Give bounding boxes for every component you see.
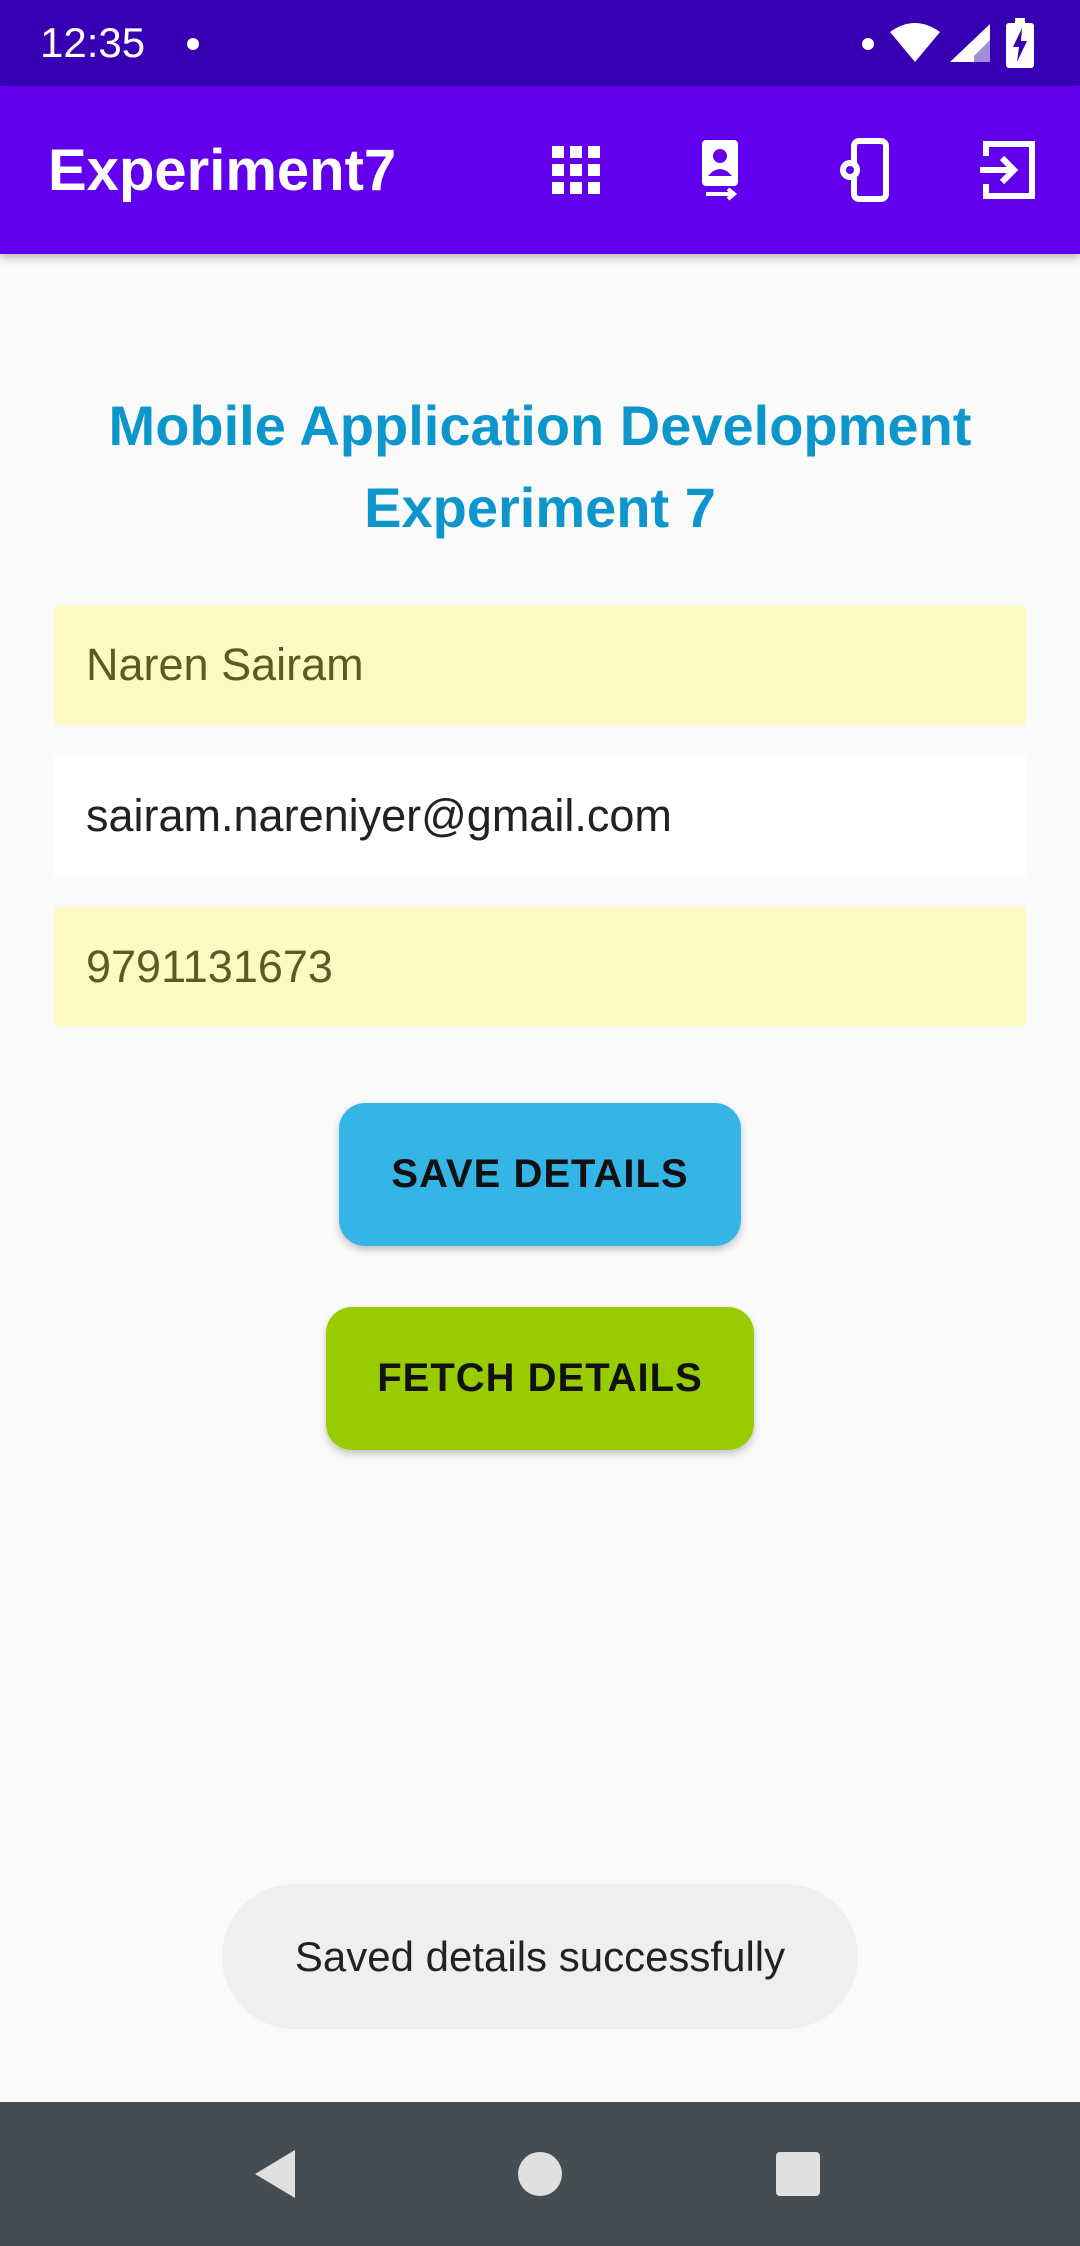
save-details-button[interactable]: SAVE DETAILS [339, 1103, 741, 1246]
page-heading: Mobile Application Development Experimen… [108, 394, 972, 539]
toast-text: Saved details successfully [294, 1932, 786, 1980]
name-field[interactable] [54, 605, 1026, 725]
phone-field[interactable] [54, 907, 1026, 1027]
fetch-details-button[interactable]: FETCH DETAILS [326, 1307, 754, 1450]
apps-grid-button[interactable] [536, 130, 616, 210]
status-bar: 12:35 [0, 0, 1080, 86]
back-icon[interactable] [245, 2144, 305, 2204]
portrait-transfer-button[interactable] [680, 130, 760, 210]
apps-grid-icon [552, 146, 600, 194]
home-icon[interactable] [510, 2144, 570, 2204]
notification-dot-icon [862, 38, 874, 50]
email-field[interactable] [54, 756, 1026, 876]
app-bar: Experiment7 [0, 86, 1080, 254]
app-title: Experiment7 [48, 138, 397, 203]
toast-message: Saved details successfully [222, 1884, 858, 2029]
battery-charging-icon [1006, 18, 1034, 68]
status-icons [840, 0, 1080, 86]
signal-icon [950, 24, 990, 62]
notification-dot-icon [187, 38, 199, 50]
exit-to-app-icon [980, 141, 1035, 199]
wifi-icon [890, 23, 940, 62]
recents-icon[interactable] [768, 2144, 828, 2204]
system-nav-bar [0, 2102, 1080, 2246]
status-time: 12:35 [40, 19, 146, 66]
portrait-transfer-icon [702, 140, 738, 201]
phone-settings-button[interactable] [824, 130, 904, 210]
phone-settings-icon [840, 138, 889, 202]
exit-to-app-button[interactable] [968, 130, 1048, 210]
